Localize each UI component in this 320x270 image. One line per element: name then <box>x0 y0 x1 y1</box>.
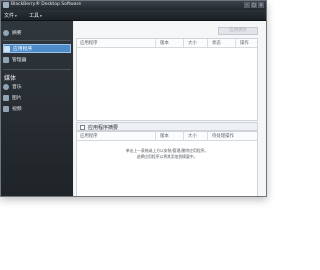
menu-file-label: 文件 <box>4 13 15 19</box>
applications-icon <box>4 45 10 52</box>
sidebar-item-pictures[interactable]: 图片 <box>3 93 71 102</box>
music-icon <box>3 83 9 90</box>
applications-table-header: 应用程序 版本 大小 状态 操作 <box>77 39 257 48</box>
summary-panel-header[interactable]: 应用程序摘要 <box>76 122 258 131</box>
summary-table-header: 应用程序 版本 大小 待处理操作 <box>77 132 257 141</box>
apply-changes-button[interactable]: 应用更改 <box>218 27 258 35</box>
column-divider <box>183 39 184 47</box>
window-controls: – □ × <box>244 2 264 8</box>
column-header-version[interactable]: 版本 <box>160 40 169 46</box>
app-icon <box>3 2 9 8</box>
content-toolbar: 应用更改 <box>74 21 266 35</box>
window-title: BlackBerry® Desktop Software <box>11 2 82 7</box>
column-divider <box>155 132 156 140</box>
close-icon[interactable]: × <box>258 2 264 8</box>
sidebar-item-music[interactable]: 音乐 <box>3 82 71 91</box>
chevron-down-icon: ▾ <box>40 14 42 18</box>
menu-tools[interactable]: 工具▾ <box>29 12 42 19</box>
sidebar-item-label: 摘要 <box>12 31 22 36</box>
summary-table: 应用程序 版本 大小 待处理操作 单击上一表格或上方以安装/管理/删除应用程序。… <box>76 131 258 196</box>
title-bar: BlackBerry® Desktop Software – □ × <box>1 1 266 10</box>
sidebar-item-label: 视频 <box>12 107 22 112</box>
sidebar-item-videos[interactable]: 视频 <box>3 104 71 113</box>
column-header-status[interactable]: 状态 <box>212 40 221 46</box>
column-divider <box>207 132 208 140</box>
sidebar-divider <box>3 69 71 70</box>
pictures-icon <box>3 94 9 101</box>
menu-tools-label: 工具 <box>29 13 40 19</box>
summary-panel-title: 应用程序摘要 <box>88 125 119 131</box>
column-header-application[interactable]: 应用程序 <box>80 133 98 139</box>
chevron-down-icon: ▾ <box>15 14 17 18</box>
column-header-size[interactable]: 大小 <box>188 133 197 139</box>
column-header-version[interactable]: 版本 <box>160 133 169 139</box>
sidebar-item-label: 管理器 <box>12 58 27 63</box>
sidebar-item-summary[interactable]: 摘要 <box>3 28 71 37</box>
sidebar-item-label: 音乐 <box>12 85 22 90</box>
sidebar-item-label: 应用程序 <box>13 47 33 52</box>
sidebar-media-header: 媒体 <box>4 75 17 82</box>
column-divider <box>235 39 236 47</box>
column-divider <box>207 39 208 47</box>
sidebar-item-manager[interactable]: 管理器 <box>3 55 71 64</box>
sidebar-divider <box>3 40 71 41</box>
desktop-software-window: BlackBerry® Desktop Software – □ × 文件▾ 工… <box>0 0 267 197</box>
summary-icon <box>3 29 9 36</box>
maximize-icon[interactable]: □ <box>251 2 257 8</box>
column-header-pending-action[interactable]: 待处理操作 <box>212 133 234 139</box>
column-header-action[interactable]: 操作 <box>240 40 249 46</box>
minimize-icon[interactable]: – <box>244 2 250 8</box>
videos-icon <box>3 105 9 112</box>
sidebar-item-label: 图片 <box>12 96 22 101</box>
column-header-size[interactable]: 大小 <box>188 40 197 46</box>
column-header-application[interactable]: 应用程序 <box>80 40 98 46</box>
applications-table: 应用程序 版本 大小 状态 操作 <box>76 38 258 121</box>
manager-icon <box>3 56 9 63</box>
menu-file[interactable]: 文件▾ <box>4 12 17 19</box>
sidebar: 摘要 应用程序 管理器 媒体 音乐 图片 视频 <box>1 21 73 196</box>
summary-empty-message-line2: 选择应用程序以将其添加到摘要中。 <box>136 154 198 159</box>
collapse-toggle[interactable] <box>80 124 85 130</box>
column-divider <box>183 132 184 140</box>
sidebar-item-applications[interactable]: 应用程序 <box>3 44 71 53</box>
main-content: 应用更改 应用程序 版本 大小 状态 操作 应用程序摘要 应用程序 版本 大小 … <box>74 21 266 196</box>
column-divider <box>155 39 156 47</box>
menu-bar: 文件▾ 工具▾ <box>1 10 266 21</box>
